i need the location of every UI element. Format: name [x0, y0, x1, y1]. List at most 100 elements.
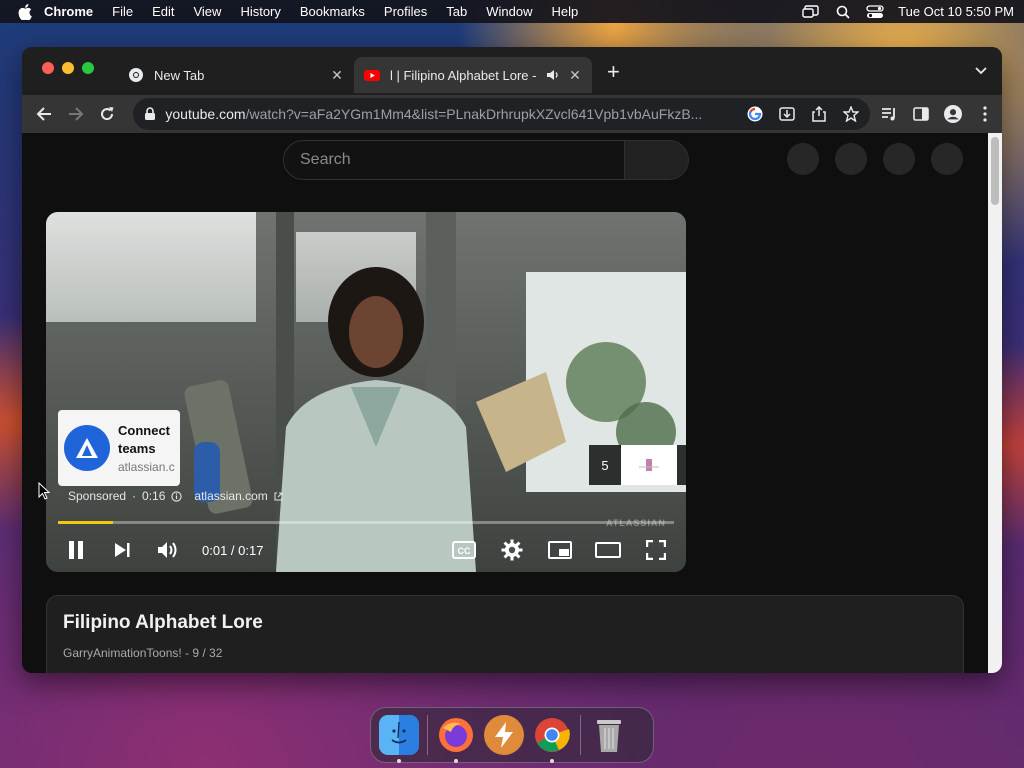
- volume-button[interactable]: [152, 534, 184, 566]
- media-controls-icon[interactable]: [880, 105, 898, 123]
- svg-text:CC: CC: [458, 546, 471, 556]
- chrome-icon: [535, 718, 570, 752]
- youtube-search-box[interactable]: Search: [283, 140, 689, 180]
- address-bar[interactable]: youtube.com/watch?v=aFa2YGm1Mm4&list=PLn…: [133, 98, 871, 130]
- screen-mirroring-icon[interactable]: [802, 4, 820, 19]
- dock-trash[interactable]: [589, 715, 629, 755]
- video-info-card: Filipino Alphabet Lore GarryAnimationToo…: [46, 595, 964, 673]
- miniplayer-icon: [548, 541, 572, 559]
- ad-domain-link[interactable]: atlassian.com: [194, 489, 267, 503]
- close-tab-icon[interactable]: ✕: [330, 68, 344, 82]
- notifications-button[interactable]: [883, 143, 915, 175]
- time-display: 0:01 / 0:17: [202, 542, 264, 558]
- tab-strip: New Tab ✕ l | Filipino Alphabet Lore - ✕…: [22, 47, 1002, 95]
- search-button[interactable]: [624, 141, 688, 179]
- lock-icon[interactable]: [143, 107, 157, 121]
- menu-window[interactable]: Window: [486, 4, 532, 19]
- header-actions-placeholder: [787, 143, 963, 175]
- running-indicator: [454, 759, 458, 763]
- install-app-icon[interactable]: [778, 105, 796, 123]
- create-button[interactable]: [787, 143, 819, 175]
- settings-button[interactable]: [496, 534, 528, 566]
- pause-icon: [69, 541, 83, 559]
- scrollbar-thumb[interactable]: [991, 137, 999, 205]
- menu-file[interactable]: File: [112, 4, 133, 19]
- google-lens-icon[interactable]: [746, 105, 764, 123]
- dock-firefox[interactable]: [436, 715, 476, 763]
- dock-reeder[interactable]: [484, 715, 524, 755]
- playlist-meta[interactable]: GarryAnimationToons! - 9 / 32: [63, 646, 947, 660]
- zoom-window-button[interactable]: [82, 62, 94, 74]
- video-title: Filipino Alphabet Lore: [63, 612, 263, 633]
- info-icon[interactable]: [171, 490, 183, 502]
- reload-button[interactable]: [94, 100, 122, 128]
- side-panel-icon[interactable]: [912, 105, 930, 123]
- dock-separator: [427, 715, 428, 755]
- miniplayer-button[interactable]: [544, 534, 576, 566]
- subtitles-button[interactable]: CC: [448, 534, 480, 566]
- browser-toolbar: youtube.com/watch?v=aFa2YGm1Mm4&list=PLn…: [22, 95, 1002, 133]
- share-icon[interactable]: [810, 105, 828, 123]
- url-text[interactable]: youtube.com/watch?v=aFa2YGm1Mm4&list=PLn…: [165, 106, 732, 122]
- apps-button[interactable]: [835, 143, 867, 175]
- audio-playing-icon[interactable]: [546, 68, 560, 82]
- apple-menu-icon[interactable]: [18, 3, 34, 20]
- spotlight-search-icon[interactable]: [834, 5, 852, 19]
- next-button[interactable]: [106, 534, 138, 566]
- video-player[interactable]: Connect teams atlassian.c Sponsored · 0:…: [46, 212, 686, 572]
- url-host: youtube.com: [165, 106, 246, 122]
- dock-chrome[interactable]: [532, 715, 572, 763]
- pause-button[interactable]: [60, 534, 92, 566]
- minimize-window-button[interactable]: [62, 62, 74, 74]
- ad-text: Connect teams atlassian.c: [118, 422, 176, 474]
- menu-chrome[interactable]: Chrome: [44, 4, 93, 19]
- page-scrollbar[interactable]: [988, 133, 1002, 673]
- profile-avatar-icon[interactable]: [944, 105, 963, 123]
- kebab-menu-icon[interactable]: [976, 105, 994, 123]
- menu-edit[interactable]: Edit: [152, 4, 174, 19]
- tab-title: l | Filipino Alphabet Lore -: [390, 67, 537, 83]
- tab-youtube[interactable]: l | Filipino Alphabet Lore - ✕: [354, 57, 592, 93]
- firefox-icon: [439, 718, 473, 752]
- back-button[interactable]: [30, 100, 58, 128]
- ad-info-bar: Sponsored · 0:16 atlassian.com: [68, 489, 283, 503]
- ad-overlay-card[interactable]: Connect teams atlassian.c: [58, 410, 180, 486]
- player-controls: 0:01 / 0:17 CC: [46, 532, 686, 568]
- fullscreen-icon: [646, 540, 666, 560]
- macos-dock: [370, 707, 654, 763]
- new-tab-button[interactable]: +: [607, 61, 620, 83]
- theater-mode-button[interactable]: [592, 534, 624, 566]
- menu-bar-clock[interactable]: Tue Oct 10 5:50 PM: [898, 4, 1014, 19]
- progress-bar-fill: [58, 521, 114, 524]
- tab-new-tab[interactable]: New Tab ✕: [118, 57, 354, 93]
- menu-help[interactable]: Help: [552, 4, 579, 19]
- menu-tab[interactable]: Tab: [446, 4, 467, 19]
- ad-domain-short[interactable]: atlassian.c: [118, 460, 176, 474]
- ad-headline[interactable]: Connect teams: [118, 422, 176, 458]
- lightning-bolt-icon: [495, 722, 513, 748]
- forward-button[interactable]: [62, 100, 90, 128]
- progress-bar[interactable]: [58, 521, 674, 524]
- menu-history[interactable]: History: [240, 4, 280, 19]
- search-input[interactable]: Search: [284, 141, 624, 179]
- ad-remaining-time: 0:16: [142, 489, 166, 503]
- bookmark-star-icon[interactable]: [842, 105, 860, 123]
- menu-view[interactable]: View: [193, 4, 221, 19]
- reload-icon: [101, 107, 114, 121]
- fullscreen-button[interactable]: [640, 534, 672, 566]
- dock-separator: [580, 715, 581, 755]
- account-avatar[interactable]: [931, 143, 963, 175]
- control-center-icon[interactable]: [866, 4, 884, 19]
- menu-profiles[interactable]: Profiles: [384, 4, 427, 19]
- forward-arrow-icon: [68, 107, 84, 121]
- finder-icon: [391, 721, 407, 744]
- skip-ad-countdown[interactable]: 5: [589, 445, 686, 485]
- close-window-button[interactable]: [42, 62, 54, 74]
- dock-finder[interactable]: [379, 715, 419, 763]
- tab-search-chevron-icon[interactable]: [974, 64, 988, 78]
- menu-bookmarks[interactable]: Bookmarks: [300, 4, 365, 19]
- close-tab-icon[interactable]: ✕: [568, 68, 582, 82]
- external-link-icon: [274, 492, 283, 500]
- skip-countdown-number: 5: [601, 457, 609, 473]
- volume-icon: [158, 542, 177, 558]
